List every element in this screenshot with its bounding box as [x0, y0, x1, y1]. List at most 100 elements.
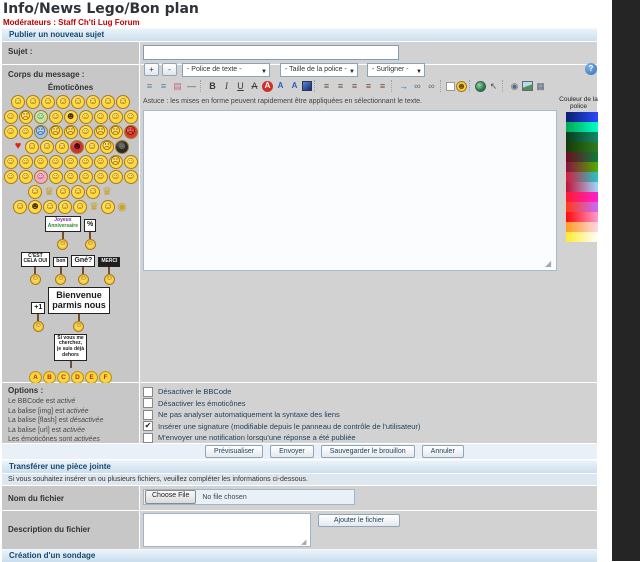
sauvegarder-le-brouillon-button[interactable]: Sauvegarder le brouillon	[321, 445, 415, 458]
transparent-swatch-icon[interactable]	[446, 82, 455, 91]
emoticon-smiley[interactable]: ☺	[56, 95, 70, 109]
emoticon-smiley[interactable]: ☺	[56, 185, 70, 199]
code-icon[interactable]: →	[397, 80, 410, 93]
font-color-swatch-row-2[interactable]	[566, 132, 598, 142]
font-color-swatch-row-9[interactable]	[566, 202, 598, 212]
emoticon-smiley[interactable]: ☺	[4, 170, 18, 184]
emoticon-smiley[interactable]: ☺	[94, 110, 108, 124]
font-color-swatch-row-1[interactable]	[566, 122, 598, 132]
emoticon-smiley[interactable]: ☺	[19, 125, 33, 139]
option-checkbox-row-0[interactable]: Désactiver le BBCode	[143, 386, 420, 398]
emoticon-smiley[interactable]: ☺	[58, 200, 72, 214]
envoyer-button[interactable]: Envoyer	[270, 445, 314, 458]
font-color-swatch-row-6[interactable]	[566, 172, 598, 182]
cursor-icon[interactable]: ↖	[487, 80, 500, 93]
emoticon-smiley[interactable]: ☺	[64, 155, 78, 169]
subject-input[interactable]	[143, 45, 399, 60]
font-color-swatch-row-10[interactable]	[566, 212, 598, 222]
emoticon-trophy[interactable]: ♛	[88, 200, 100, 212]
option-checkbox-row-3[interactable]: ✔Insérer une signature (modifiable depui…	[143, 421, 420, 433]
bullet-list-icon[interactable]: ≡	[143, 80, 156, 93]
emoticon-heart[interactable]: ♥	[12, 140, 24, 152]
font-color-swatch-row-4[interactable]	[566, 152, 598, 162]
font-color-swatch-row-5[interactable]	[566, 162, 598, 172]
font-color-swatch-row-11[interactable]	[566, 222, 598, 232]
emoticon-smiley[interactable]: ☺	[71, 185, 85, 199]
emoticon-smiley[interactable]: ☺	[55, 140, 69, 154]
font-family-select[interactable]: - Police de texte -	[182, 63, 270, 77]
add-file-button[interactable]: Ajouter le fichier	[318, 514, 400, 527]
align-justify-icon[interactable]: ≡	[362, 80, 375, 93]
emoticon-smiley[interactable]: ☺	[94, 170, 108, 184]
emoticon-smiley[interactable]: ☺	[49, 110, 63, 124]
font-size-decrease-button[interactable]: -	[162, 63, 177, 76]
emoticon-trophy[interactable]: ♛	[101, 185, 113, 197]
image-icon[interactable]	[522, 81, 533, 91]
emoticon-birthday-sign[interactable]: JoyeuxAnniversaire ☺	[45, 216, 81, 250]
link-icon[interactable]: ∞	[411, 80, 424, 93]
align-right-icon[interactable]: ≡	[348, 80, 361, 93]
moderators-link[interactable]: Staff Ch'ti Lug Forum	[58, 18, 139, 27]
emoticon-smiley[interactable]: ☺	[79, 110, 93, 124]
media-icon[interactable]: ◉	[508, 80, 521, 93]
emoticon-smiley[interactable]: ☺	[109, 170, 123, 184]
checkbox-icon[interactable]	[143, 387, 153, 397]
checkbox-checked-icon[interactable]: ✔	[143, 421, 153, 431]
emoticon-smiley[interactable]: ☺	[79, 170, 93, 184]
checkbox-icon[interactable]	[143, 433, 153, 443]
align-left-icon[interactable]: ≡	[320, 80, 333, 93]
emoticon-merci-sign[interactable]: MERCI ☺	[98, 257, 120, 285]
emoticon-smiley[interactable]: ☺	[109, 110, 123, 124]
emoticon-smiley[interactable]: ☺	[86, 95, 100, 109]
highlight-swatch-icon[interactable]	[302, 81, 312, 91]
smiley-icon[interactable]: ☻	[456, 81, 467, 92]
emoticon-cest-cela-oui-sign[interactable]: C'ESTCELA OUI ☺	[21, 252, 51, 286]
emoticon-sad-smiley[interactable]: ☹	[94, 125, 108, 139]
emoticon-smiley[interactable]: ☺	[85, 140, 99, 154]
emoticon-smiley[interactable]: ☺	[71, 95, 85, 109]
checkbox-icon[interactable]	[143, 398, 153, 408]
message-textarea[interactable]	[143, 110, 557, 271]
font-color-swatch-row-0[interactable]	[566, 112, 598, 122]
emoticon-crying-smiley[interactable]: ☹	[34, 125, 48, 139]
emoticon-smiley[interactable]: ☺	[25, 140, 39, 154]
emoticon-sad-smiley[interactable]: ☹	[64, 125, 78, 139]
emoticon-smiley[interactable]: ☺	[124, 110, 138, 124]
emoticon-letter-f[interactable]: F	[99, 371, 112, 384]
emoticon-trophy[interactable]: ♛	[43, 185, 55, 197]
emoticon-smiley[interactable]: ☺	[124, 155, 138, 169]
emoticon-smiley[interactable]: ☺	[4, 125, 18, 139]
emoticon-smiley[interactable]: ☺	[41, 95, 55, 109]
emoticon-smiley[interactable]: ☺	[28, 185, 42, 199]
emoticon-grin-smiley[interactable]: ☻	[64, 110, 78, 124]
strikethrough-icon[interactable]: A	[248, 80, 261, 93]
emoticon-smiley[interactable]: ☺	[73, 200, 87, 214]
emoticon-smiley[interactable]: ☺	[101, 95, 115, 109]
option-checkbox-row-2[interactable]: Ne pas analyser automatiquement la synta…	[143, 409, 420, 421]
emoticon-letter-a[interactable]: A	[29, 371, 42, 384]
font-color-swatch-row-7[interactable]	[566, 182, 598, 192]
emoticon-smiley[interactable]: ☺	[4, 110, 18, 124]
align-center-icon[interactable]: ≡	[334, 80, 347, 93]
emoticon-letter-d[interactable]: D	[71, 371, 84, 384]
emoticon-medal[interactable]: ◉	[116, 200, 128, 212]
numbered-list-icon[interactable]: ≡	[157, 80, 170, 93]
emoticon-smiley[interactable]: ☺	[4, 155, 18, 169]
emoticon-percent-sign[interactable]: % ☺	[84, 219, 96, 249]
emoticon-sad-smiley[interactable]: ☹	[109, 155, 123, 169]
option-checkbox-row-1[interactable]: Désactiver les émoticônes	[143, 398, 420, 410]
globe-link-icon[interactable]	[475, 81, 486, 92]
emoticon-smiley[interactable]: ☺	[19, 155, 33, 169]
font-size-select[interactable]: - Taille de la police -	[280, 63, 358, 77]
emoticon-smiley[interactable]: ☺	[43, 200, 57, 214]
font-color-swatch-row-8[interactable]	[566, 192, 598, 202]
option-checkbox-row-4[interactable]: M'envoyer une notification lorsqu'une ré…	[143, 432, 420, 444]
emoticon-letter-b[interactable]: B	[43, 371, 56, 384]
emoticon-smiley[interactable]: ☺	[124, 170, 138, 184]
emoticon-cherchez-sign[interactable]: Si vous mecherchez,je suis déjàdehors	[54, 334, 87, 368]
horizontal-rule-icon[interactable]: —	[185, 80, 198, 93]
emoticon-grin-smiley[interactable]: ☻	[28, 200, 42, 214]
emoticon-smiley[interactable]: ☺	[26, 95, 40, 109]
emoticon-sad-smiley[interactable]: ☹	[100, 140, 114, 154]
emoticon-bienvenue-sign[interactable]: Bienvenueparmis nous ☺	[48, 287, 110, 332]
